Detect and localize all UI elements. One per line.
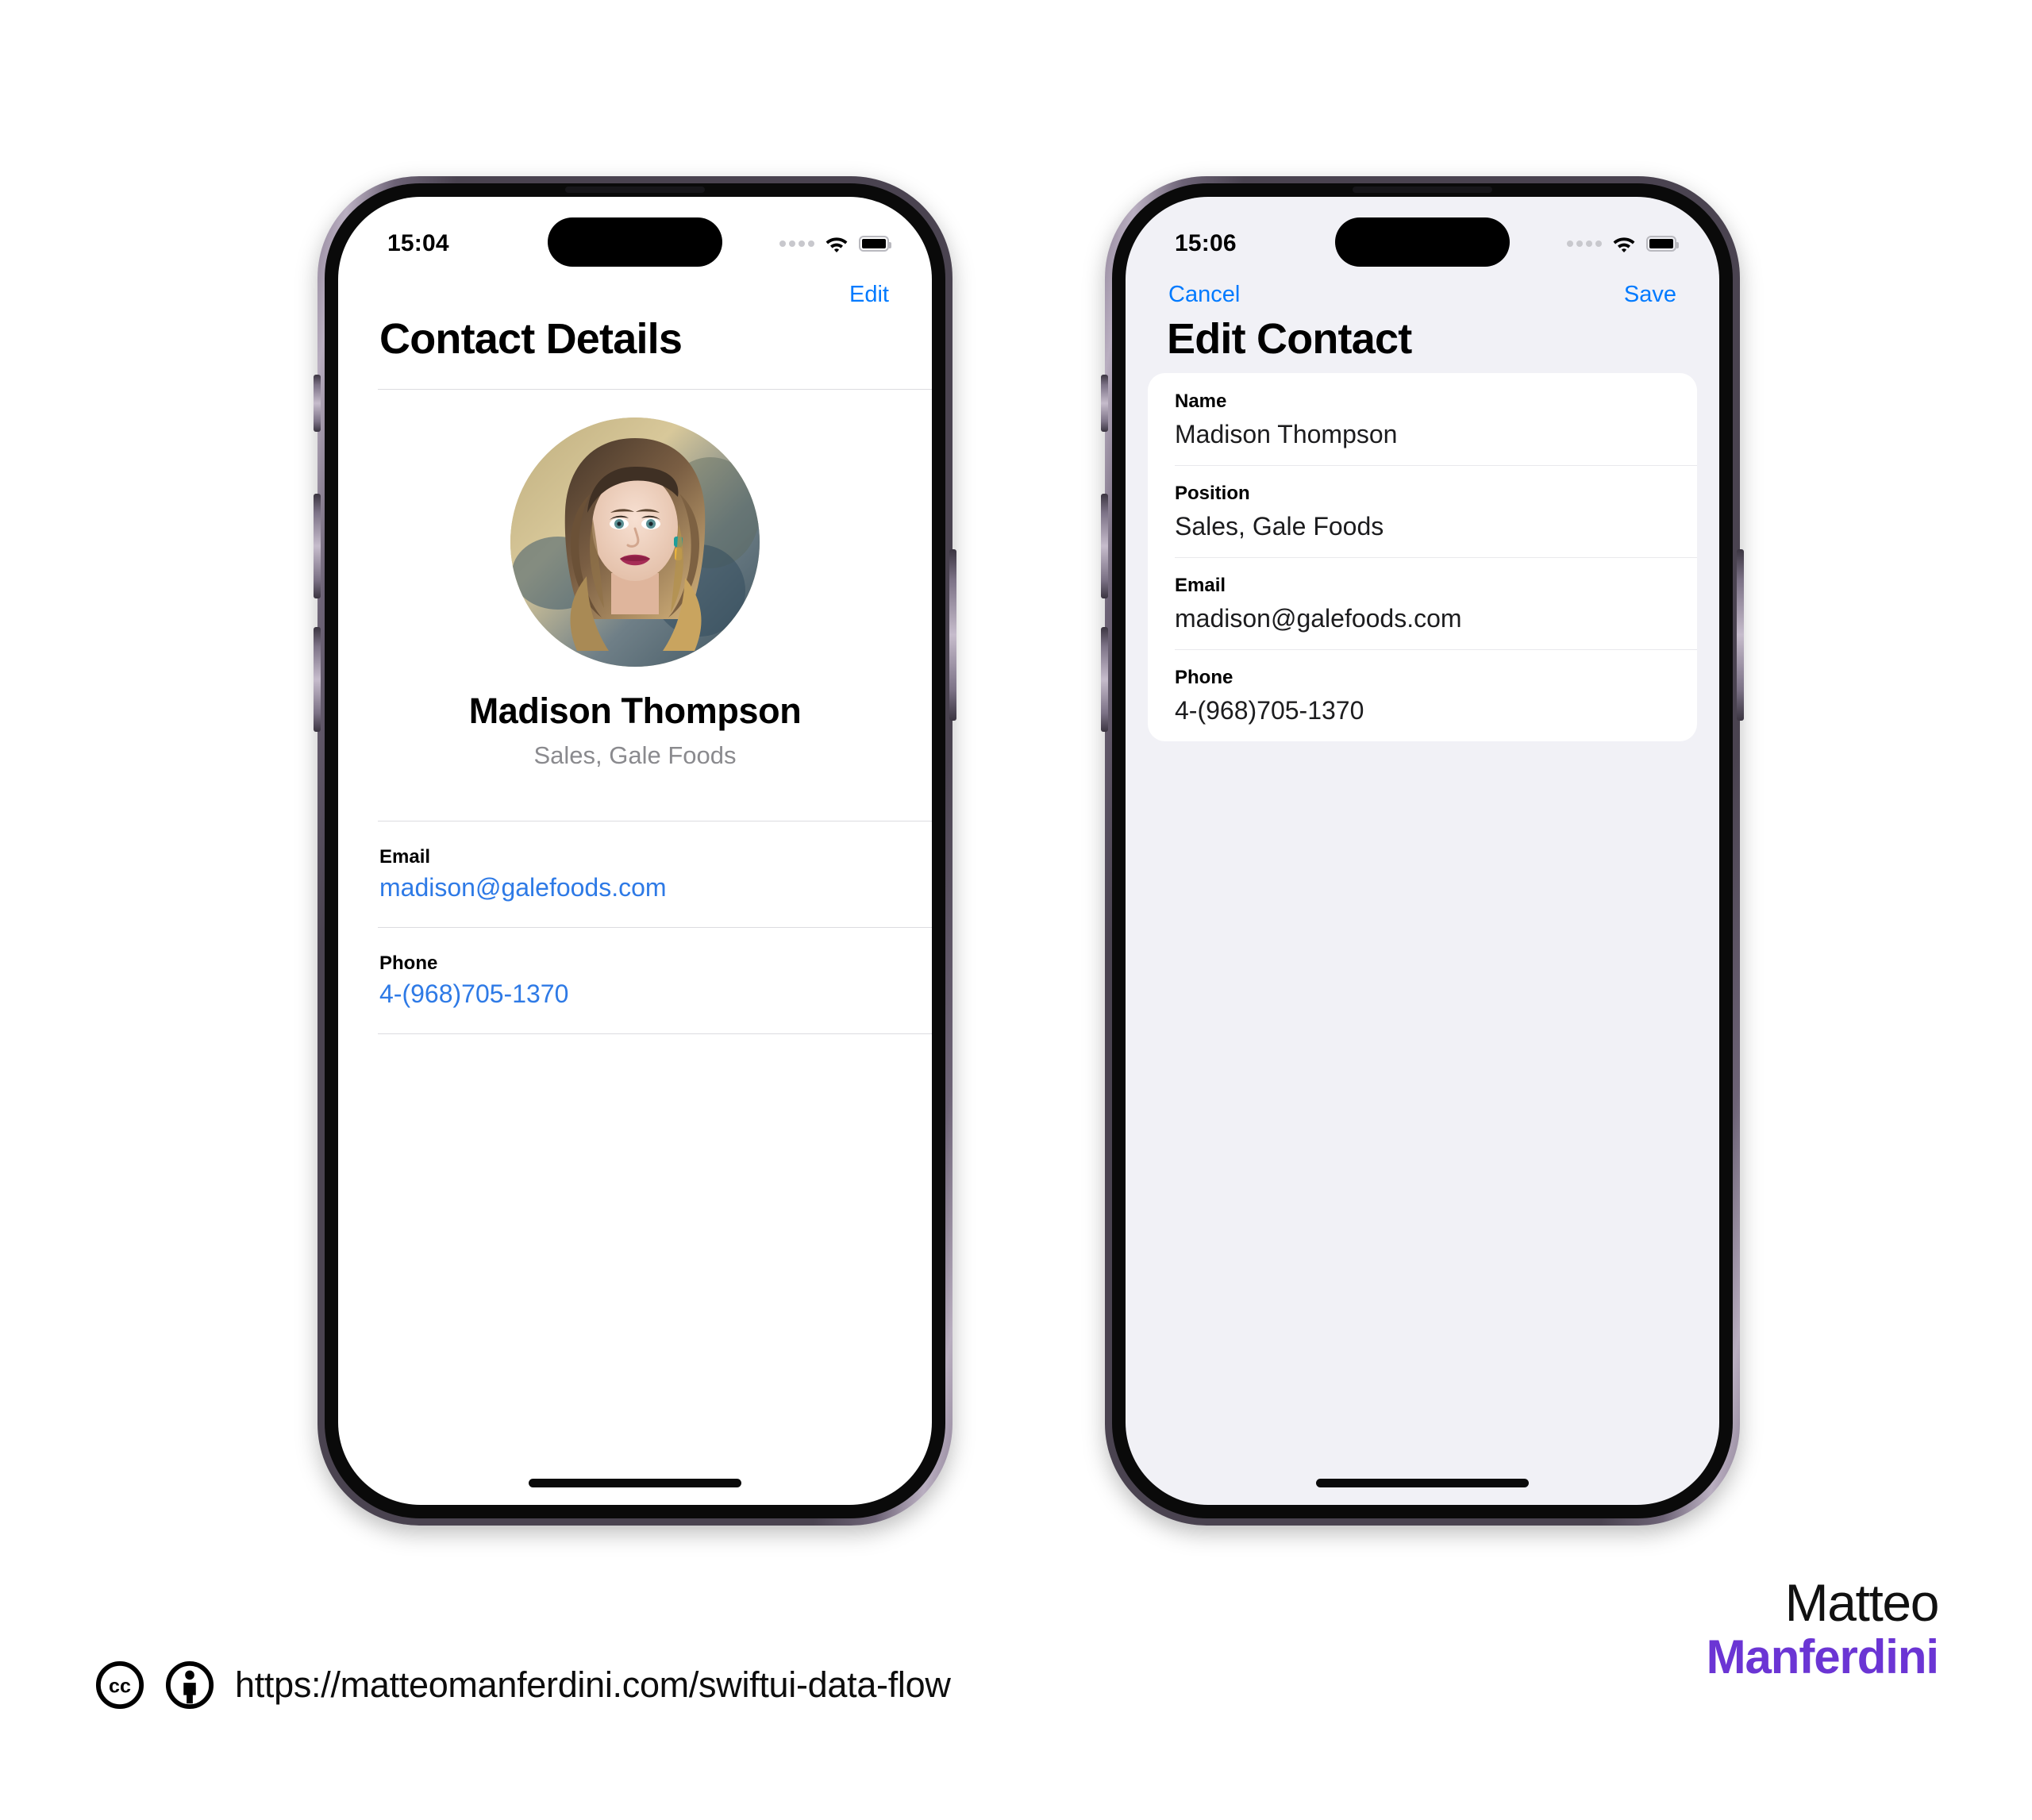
page-title-edit-contact: Edit Contact — [1167, 315, 1412, 363]
header-divider — [378, 389, 932, 390]
battery-icon-2 — [1646, 236, 1679, 252]
form-row-position[interactable]: Position Sales, Gale Foods — [1148, 465, 1697, 557]
footer-license-and-url: cc https://matteomanferdini.com/swiftui-… — [95, 1660, 951, 1710]
field-value-phone[interactable]: 4-(968)705-1370 — [379, 979, 568, 1009]
brand-logo: Matteo Manferdini — [1706, 1573, 1940, 1683]
status-bar-indicators-2 — [1567, 235, 1679, 252]
iphone-device-edit-contact: 15:06 Cancel Save Edit Contact Name Madi… — [1101, 176, 1744, 1526]
battery-icon — [859, 236, 891, 252]
edit-contact-form-card: Name Madison Thompson Position Sales, Ga… — [1148, 373, 1697, 741]
creative-commons-attribution-icon — [165, 1660, 214, 1710]
form-row-name[interactable]: Name Madison Thompson — [1148, 373, 1697, 465]
power-button-2[interactable] — [1737, 549, 1744, 721]
svg-text:cc: cc — [109, 1676, 131, 1698]
phone-field[interactable]: 4-(968)705-1370 — [1175, 696, 1670, 725]
dynamic-island-2 — [1335, 217, 1510, 267]
field-divider-phone-top — [378, 927, 932, 928]
volume-down-button-2[interactable] — [1101, 627, 1108, 732]
position-field[interactable]: Sales, Gale Foods — [1175, 512, 1670, 541]
creative-commons-icon: cc — [95, 1660, 144, 1710]
power-button[interactable] — [949, 549, 956, 721]
cellular-dots-icon — [779, 240, 814, 247]
email-field[interactable]: madison@galefoods.com — [1175, 604, 1670, 633]
field-value-email[interactable]: madison@galefoods.com — [379, 873, 667, 902]
device-bezel-2: 15:06 Cancel Save Edit Contact Name Madi… — [1112, 183, 1733, 1518]
field-label-phone: Phone — [379, 952, 438, 974]
brand-name-last: Manferdini — [1706, 1630, 1939, 1683]
volume-down-button[interactable] — [314, 627, 321, 732]
name-field[interactable]: Madison Thompson — [1175, 420, 1670, 449]
brand-name-first: Matteo — [1784, 1573, 1940, 1632]
earpiece-speaker-icon — [565, 187, 705, 193]
status-bar-time: 15:04 — [387, 230, 449, 256]
action-button-2[interactable] — [1101, 375, 1108, 432]
form-row-email[interactable]: Email madison@galefoods.com — [1148, 557, 1697, 649]
page-title-contact-details: Contact Details — [379, 315, 683, 363]
contact-role: Sales, Gale Foods — [533, 741, 737, 769]
volume-up-button-2[interactable] — [1101, 494, 1108, 598]
contact-name: Madison Thompson — [468, 691, 802, 731]
screenshot-canvas: 15:04 Edit Contact Details Madison Thomp… — [0, 0, 2032, 1820]
form-label-email: Email — [1175, 575, 1226, 596]
action-button[interactable] — [314, 375, 321, 432]
home-indicator[interactable] — [529, 1479, 741, 1487]
dynamic-island — [548, 217, 722, 267]
screen-contact-details: 15:04 Edit Contact Details Madison Thomp… — [338, 197, 932, 1505]
iphone-device-contact-details: 15:04 Edit Contact Details Madison Thomp… — [314, 176, 956, 1526]
form-label-phone: Phone — [1175, 667, 1233, 688]
volume-up-button[interactable] — [314, 494, 321, 598]
contact-avatar-photo — [510, 417, 760, 667]
cancel-button[interactable]: Cancel — [1167, 279, 1241, 311]
footer-url[interactable]: https://matteomanferdini.com/swiftui-dat… — [235, 1664, 951, 1706]
field-divider-phone-bottom — [378, 1033, 932, 1034]
nav-bar-edit-contact: Cancel Save — [1126, 270, 1719, 319]
nav-bar-contact-details: Edit — [338, 270, 932, 319]
save-button[interactable]: Save — [1622, 279, 1678, 311]
wifi-icon — [826, 237, 848, 252]
avatar-container — [338, 417, 932, 667]
status-bar-indicators — [779, 235, 891, 252]
home-indicator-2[interactable] — [1316, 1479, 1529, 1487]
form-label-position: Position — [1175, 483, 1250, 504]
screen-edit-contact: 15:06 Cancel Save Edit Contact Name Madi… — [1126, 197, 1719, 1505]
status-bar-time-2: 15:06 — [1175, 230, 1237, 256]
wifi-icon-2 — [1613, 237, 1635, 252]
field-label-email: Email — [379, 846, 431, 868]
form-label-name: Name — [1175, 391, 1227, 412]
earpiece-speaker-icon-2 — [1353, 187, 1492, 193]
device-bezel: 15:04 Edit Contact Details Madison Thomp… — [325, 183, 945, 1518]
field-divider-email-top — [378, 821, 932, 822]
edit-button[interactable]: Edit — [848, 279, 891, 311]
avatar-illustration — [510, 417, 760, 667]
form-row-phone[interactable]: Phone 4-(968)705-1370 — [1148, 649, 1697, 741]
cellular-dots-icon-2 — [1567, 240, 1602, 247]
